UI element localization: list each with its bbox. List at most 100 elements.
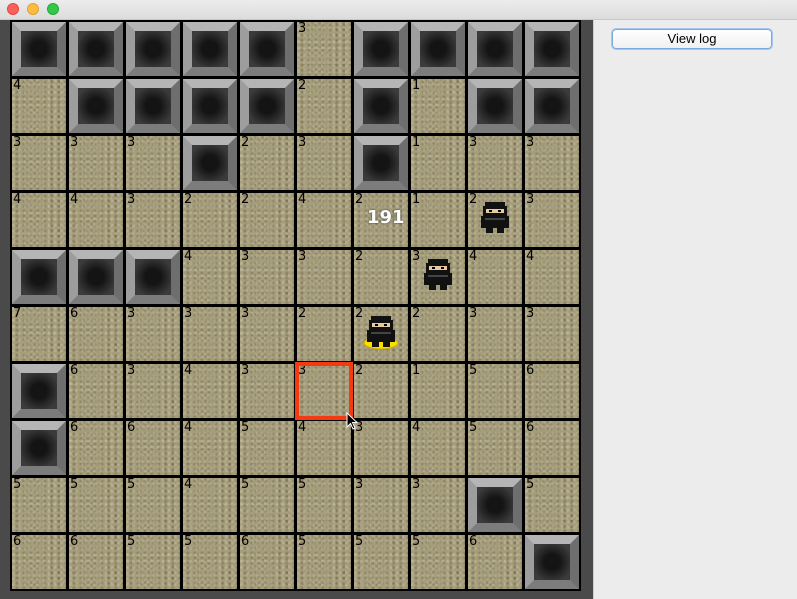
floor-cell[interactable]: 5 (468, 421, 522, 475)
floor-cell[interactable]: 3 (126, 307, 180, 361)
pit-cell[interactable] (69, 22, 123, 76)
pit-cell[interactable] (126, 250, 180, 304)
pit-cell[interactable] (12, 421, 66, 475)
floor-cell[interactable]: 5 (126, 478, 180, 532)
pit-cell[interactable] (354, 136, 408, 190)
floor-cell[interactable]: 2 (411, 307, 465, 361)
pit-cell[interactable] (69, 79, 123, 133)
floor-cell[interactable]: 5 (468, 364, 522, 418)
floor-cell[interactable]: 2 (297, 307, 351, 361)
pit-cell[interactable] (354, 79, 408, 133)
floor-cell[interactable]: 4 (297, 193, 351, 247)
floor-cell[interactable]: 2 (297, 79, 351, 133)
pit-cell[interactable] (468, 79, 522, 133)
floor-cell[interactable]: 5 (69, 478, 123, 532)
pit-cell[interactable] (468, 22, 522, 76)
floor-cell[interactable]: 5 (12, 478, 66, 532)
pit-cell[interactable] (12, 250, 66, 304)
floor-cell[interactable]: 6 (126, 421, 180, 475)
pit-cell[interactable] (69, 250, 123, 304)
floor-cell[interactable]: 4 (12, 79, 66, 133)
floor-cell[interactable]: 3 (297, 250, 351, 304)
minimize-window-button[interactable] (27, 3, 39, 15)
floor-cell[interactable]: 5 (525, 478, 579, 532)
floor-cell[interactable]: 2 (354, 250, 408, 304)
floor-cell[interactable]: 7 (12, 307, 66, 361)
floor-cell[interactable]: 2 (183, 193, 237, 247)
floor-cell[interactable]: 5 (297, 535, 351, 589)
floor-cell[interactable]: 6 (525, 421, 579, 475)
floor-cell[interactable]: 6 (12, 535, 66, 589)
floor-cell[interactable]: 4 (183, 364, 237, 418)
floor-cell[interactable]: 5 (297, 478, 351, 532)
pit-cell[interactable] (525, 22, 579, 76)
pit-cell[interactable] (525, 535, 579, 589)
floor-cell[interactable]: 1 (411, 193, 465, 247)
pit-cell[interactable] (240, 22, 294, 76)
floor-cell[interactable]: 3 (468, 307, 522, 361)
floor-cell[interactable]: 4 (411, 421, 465, 475)
floor-cell[interactable]: 3 (411, 478, 465, 532)
ninja-icon[interactable] (420, 257, 456, 293)
pit-cell[interactable] (240, 79, 294, 133)
floor-cell[interactable]: 4 (297, 421, 351, 475)
floor-cell[interactable]: 1 (411, 364, 465, 418)
pit-cell[interactable] (126, 79, 180, 133)
pit-cell[interactable] (354, 22, 408, 76)
floor-cell[interactable]: 5 (354, 535, 408, 589)
floor-cell[interactable]: 3 (354, 421, 408, 475)
floor-cell[interactable]: 3 (126, 193, 180, 247)
floor-cell[interactable]: 6 (468, 535, 522, 589)
floor-cell[interactable]: 3 (240, 307, 294, 361)
floor-cell[interactable]: 6 (69, 307, 123, 361)
floor-cell[interactable]: 3 (240, 250, 294, 304)
floor-cell[interactable]: 3 (297, 22, 351, 76)
pit-cell[interactable] (468, 478, 522, 532)
pit-cell[interactable] (183, 79, 237, 133)
floor-cell[interactable]: 3 (183, 307, 237, 361)
game-board[interactable]: 3421333231334432242123433234476333222336… (10, 20, 581, 591)
selected-ninja-icon[interactable] (363, 314, 399, 350)
floor-cell[interactable]: 3 (354, 478, 408, 532)
view-log-button[interactable]: View log (612, 29, 772, 49)
pit-cell[interactable] (183, 22, 237, 76)
floor-cell[interactable]: 1 (411, 136, 465, 190)
floor-cell[interactable]: 4 (183, 250, 237, 304)
pit-cell[interactable] (126, 22, 180, 76)
pit-cell[interactable] (525, 79, 579, 133)
floor-cell[interactable]: 4 (525, 250, 579, 304)
floor-cell[interactable]: 1 (411, 79, 465, 133)
floor-cell[interactable]: 3 (525, 193, 579, 247)
floor-cell[interactable]: 6 (69, 364, 123, 418)
floor-cell[interactable]: 2 (354, 364, 408, 418)
floor-cell[interactable]: 5 (411, 535, 465, 589)
floor-cell[interactable]: 3 (69, 136, 123, 190)
pit-cell[interactable] (12, 22, 66, 76)
pit-cell[interactable] (183, 136, 237, 190)
close-window-button[interactable] (7, 3, 19, 15)
floor-cell[interactable]: 4 (468, 250, 522, 304)
floor-cell[interactable]: 3 (12, 136, 66, 190)
pit-cell[interactable] (411, 22, 465, 76)
floor-cell[interactable]: 3 (126, 364, 180, 418)
pit-cell[interactable] (12, 364, 66, 418)
zoom-window-button[interactable] (47, 3, 59, 15)
floor-cell[interactable]: 3 (525, 136, 579, 190)
floor-cell[interactable]: 2 (240, 136, 294, 190)
floor-cell[interactable]: 2 (240, 193, 294, 247)
floor-cell[interactable]: 3 (126, 136, 180, 190)
floor-cell[interactable]: 5 (240, 421, 294, 475)
floor-cell[interactable]: 3 (525, 307, 579, 361)
floor-cell[interactable]: 5 (240, 478, 294, 532)
floor-cell[interactable]: 5 (126, 535, 180, 589)
floor-cell[interactable]: 3 (468, 136, 522, 190)
floor-cell[interactable]: 4 (183, 478, 237, 532)
floor-cell[interactable]: 4 (183, 421, 237, 475)
floor-cell[interactable]: 5 (183, 535, 237, 589)
ninja-icon[interactable] (477, 200, 513, 236)
floor-cell[interactable]: 3 (240, 364, 294, 418)
floor-cell[interactable]: 6 (69, 421, 123, 475)
floor-cell[interactable]: 4 (12, 193, 66, 247)
floor-cell[interactable]: 6 (69, 535, 123, 589)
floor-cell[interactable]: 6 (240, 535, 294, 589)
